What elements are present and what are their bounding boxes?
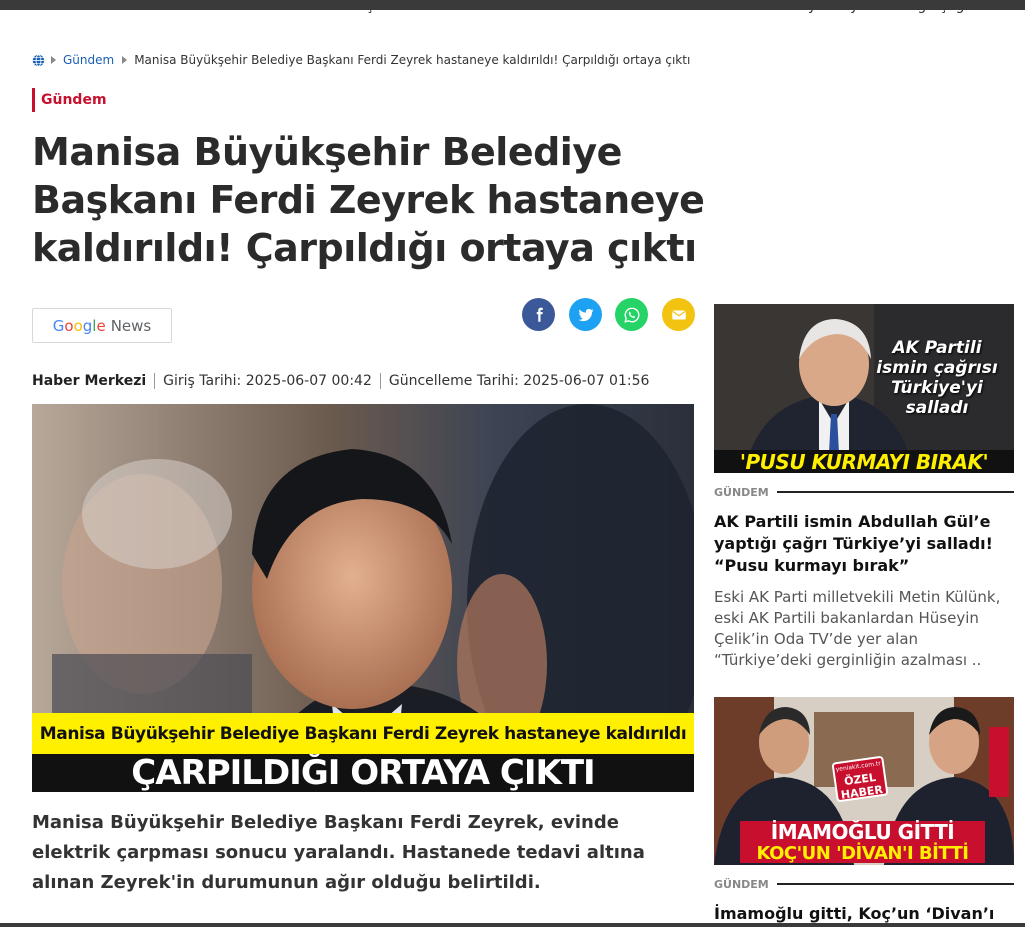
google-news-letter: o: [64, 316, 74, 335]
google-news-button[interactable]: Google News: [32, 308, 172, 343]
bottom-edge-bar: [0, 923, 1025, 927]
share-whatsapp-button[interactable]: [615, 298, 648, 331]
thumbnail-banner-bottom: KOÇ'UN 'DİVAN'I BİTTİ: [740, 843, 985, 864]
facebook-icon: [536, 307, 543, 322]
published-date: Giriş Tarihi: 2025-06-07 00:42: [163, 373, 372, 389]
meta-divider: [379, 373, 381, 389]
ozel-haber-badge: yeniakit.com.tr ÖZEL HABER: [831, 755, 889, 803]
thumbnail-banner-top: İMAMOĞLU GİTTİ: [740, 820, 985, 844]
article-hero-image: Manisa Büyükşehir Belediye Başkanı Ferdi…: [32, 404, 694, 792]
sidebar-card-category[interactable]: GÜNDEM: [714, 486, 769, 499]
sidebar-card-summary: Eski AK Parti milletvekili Metin Külünk,…: [714, 588, 1001, 669]
category-divider: [776, 491, 1014, 493]
sidebar-card-thumbnail[interactable]: AK Partili ismin çağrısı Türkiye'yi sall…: [714, 304, 1014, 473]
chevron-right-icon: [51, 56, 56, 64]
google-news-letter: e: [96, 316, 106, 335]
sidebar-card-category-row: GÜNDEM: [714, 877, 1014, 891]
breadcrumb-current: Manisa Büyükşehir Belediye Başkanı Ferdi…: [134, 53, 691, 67]
category-divider: [776, 883, 1014, 885]
share-twitter-button[interactable]: [569, 298, 602, 331]
hero-caption-top: Manisa Büyükşehir Belediye Başkanı Ferdi…: [32, 713, 694, 754]
article-headline: Manisa Büyükşehir Belediye Başkanı Ferdi…: [32, 130, 705, 270]
google-news-letter: g: [82, 316, 93, 335]
sidebar-card-category[interactable]: GÜNDEM: [714, 878, 769, 891]
google-news-letter: o: [73, 316, 83, 335]
whatsapp-icon: [623, 307, 639, 323]
sidebar-card[interactable]: yeniakit.com.tr ÖZEL HABER İMAMOĞLU GİTT…: [714, 697, 1014, 927]
sidebar-card-title[interactable]: AK Partili ismin Abdullah Gül’e yaptığı …: [714, 511, 1014, 577]
twitter-icon: [578, 308, 593, 321]
breadcrumb: Gündem Manisa Büyükşehir Belediye Başkan…: [32, 52, 690, 68]
share-facebook-button[interactable]: [522, 298, 555, 331]
share-mail-button[interactable]: [662, 298, 695, 331]
updated-date: Güncelleme Tarihi: 2025-06-07 01:56: [388, 373, 650, 389]
breadcrumb-section-link[interactable]: Gündem: [63, 53, 114, 67]
chevron-right-icon: [122, 56, 128, 64]
thumbnail-banner: 'PUSU KURMAYI BIRAK': [714, 450, 1014, 473]
hero-caption-bottom: ÇARPILDIĞI ORTAYA ÇIKTI: [32, 754, 694, 792]
sidebar-card-thumbnail[interactable]: yeniakit.com.tr ÖZEL HABER İMAMOĞLU GİTT…: [714, 697, 1014, 865]
google-news-label: News: [110, 316, 152, 335]
sidebar-card-category-row: GÜNDEM: [714, 485, 1014, 499]
article-category[interactable]: Gündem: [32, 88, 107, 112]
sidebar-card[interactable]: AK Partili ismin çağrısı Türkiye'yi sall…: [714, 304, 1014, 671]
globe-icon[interactable]: [32, 53, 45, 67]
article-meta: Haber Merkezi Giriş Tarihi: 2025-06-07 0…: [32, 371, 649, 391]
google-news-letter: G: [52, 316, 65, 335]
article-author: Haber Merkezi: [32, 373, 147, 389]
article-lead: Manisa Büyükşehir Belediye Başkanı Ferdi…: [32, 812, 645, 893]
meta-divider: [154, 373, 156, 389]
mail-icon: [671, 310, 686, 319]
top-dark-bar: [0, 0, 1025, 10]
thumbnail-overlay-text: AK Partili ismin çağrısı Türkiye'yi sall…: [876, 338, 998, 418]
